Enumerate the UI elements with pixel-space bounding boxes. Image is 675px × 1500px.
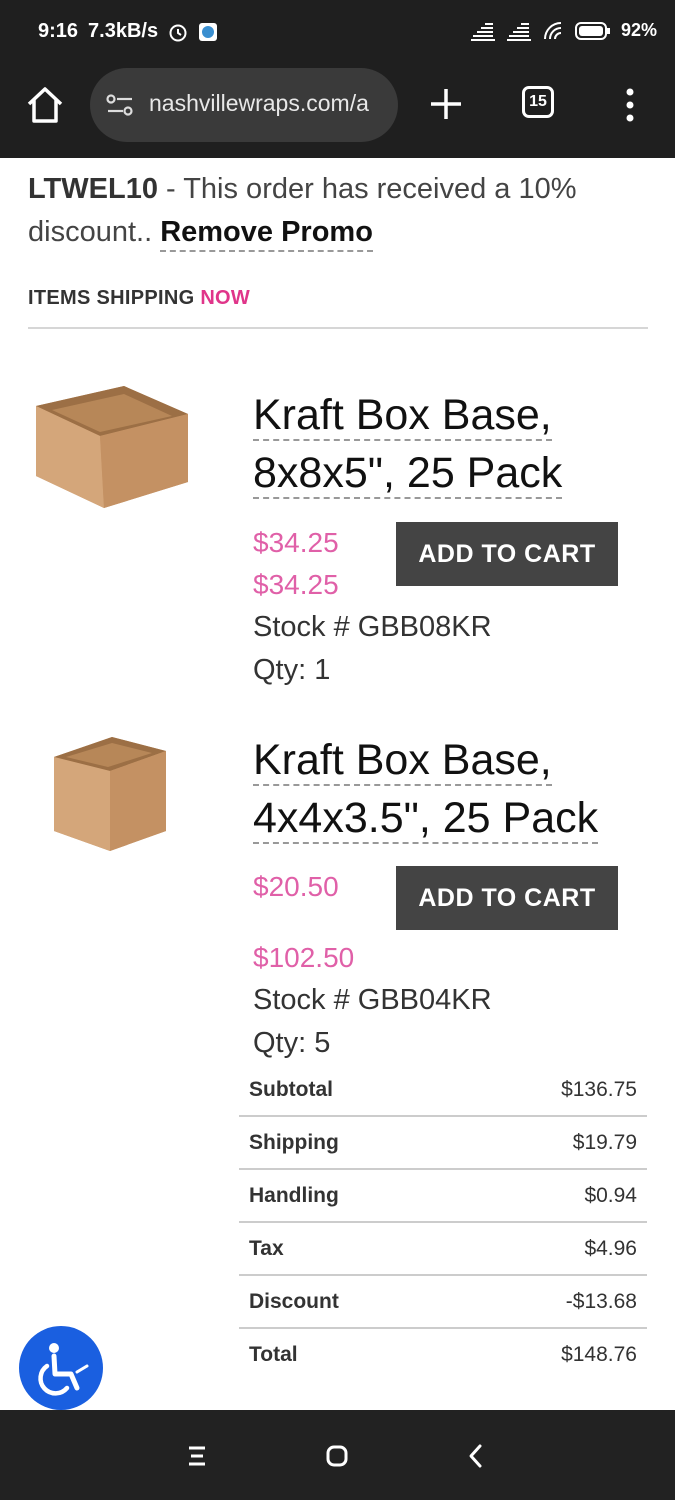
summary-value: $0.94 bbox=[584, 1184, 637, 1207]
accessibility-button[interactable] bbox=[19, 1326, 103, 1410]
promo-message: LTWEL10 - This order has received a 10% … bbox=[28, 168, 648, 254]
alarm-icon bbox=[169, 24, 187, 41]
summary-value: $4.96 bbox=[584, 1237, 637, 1260]
wifi-icon bbox=[543, 21, 562, 39]
back-icon[interactable] bbox=[462, 1442, 490, 1470]
summary-value: $19.79 bbox=[572, 1131, 637, 1154]
new-tab-icon[interactable] bbox=[428, 86, 464, 122]
url-text[interactable]: nashvillewraps.com/a bbox=[149, 90, 389, 117]
line-total: $34.25 bbox=[253, 569, 339, 600]
quantity: Qty: 1 bbox=[253, 654, 331, 686]
product-title-line2[interactable]: 8x8x5", 25 Pack bbox=[253, 449, 563, 499]
summary-row-tax: Tax $4.96 bbox=[239, 1223, 647, 1276]
summary-row-total: Total $148.76 bbox=[239, 1329, 647, 1380]
home-icon[interactable] bbox=[24, 84, 66, 126]
summary-value: -$13.68 bbox=[565, 1290, 637, 1313]
recent-apps-icon[interactable] bbox=[183, 1442, 211, 1470]
unit-price: $20.50 bbox=[253, 871, 339, 902]
section-heading: ITEMS SHIPPING NOW bbox=[28, 287, 250, 310]
product-title-line2[interactable]: 4x4x3.5", 25 Pack bbox=[253, 794, 599, 844]
section-highlight: NOW bbox=[200, 287, 251, 309]
signal-icon-2 bbox=[506, 22, 531, 41]
section-title: ITEMS SHIPPING bbox=[28, 287, 201, 309]
product-title-line1[interactable]: Kraft Box Base, bbox=[253, 391, 552, 441]
promo-code: LTWEL10 bbox=[28, 173, 158, 205]
summary-row-shipping: Shipping $19.79 bbox=[239, 1117, 647, 1170]
unit-price: $34.25 bbox=[253, 527, 339, 558]
product-image-box-4x4x3-5[interactable] bbox=[52, 735, 168, 853]
status-right: 92% bbox=[470, 20, 657, 41]
summary-label: Discount bbox=[249, 1290, 339, 1313]
summary-value: $136.75 bbox=[561, 1078, 637, 1101]
product-title-line1[interactable]: Kraft Box Base, bbox=[253, 736, 552, 786]
add-to-cart-button[interactable]: ADD TO CART bbox=[396, 522, 618, 586]
status-time: 9:16 bbox=[38, 20, 79, 42]
status-left: 9:16 7.3kB/s bbox=[38, 20, 218, 43]
summary-label: Subtotal bbox=[249, 1078, 333, 1101]
summary-label: Total bbox=[249, 1343, 298, 1366]
accessibility-icon bbox=[38, 1343, 89, 1396]
status-net-speed: 7.3kB/s bbox=[88, 20, 159, 42]
summary-label: Tax bbox=[249, 1237, 284, 1260]
tab-switcher-button[interactable]: 15 bbox=[522, 86, 554, 118]
battery-level: 92% bbox=[620, 20, 657, 40]
product-image-box-8x8x5[interactable] bbox=[32, 384, 192, 514]
summary-label: Shipping bbox=[249, 1131, 339, 1154]
line-total: $102.50 bbox=[253, 942, 355, 973]
summary-row-discount: Discount -$13.68 bbox=[239, 1276, 647, 1329]
signal-icon bbox=[470, 22, 495, 41]
summary-label: Handling bbox=[249, 1184, 339, 1207]
summary-row-handling: Handling $0.94 bbox=[239, 1170, 647, 1223]
quantity: Qty: 5 bbox=[253, 1027, 331, 1059]
section-divider bbox=[28, 327, 648, 329]
remove-promo-link[interactable]: Remove Promo bbox=[160, 216, 373, 252]
status-bar: 9:16 7.3kB/s 92% bbox=[0, 0, 675, 64]
home-nav-icon[interactable] bbox=[323, 1442, 351, 1470]
browser-toolbar: nashvillewraps.com/a 15 bbox=[0, 64, 675, 158]
stock-number: Stock # GBB08KR bbox=[253, 611, 492, 643]
summary-value: $148.76 bbox=[561, 1343, 637, 1366]
product-title[interactable]: Kraft Box Base, 8x8x5", 25 Pack bbox=[253, 386, 563, 502]
address-bar[interactable]: nashvillewraps.com/a bbox=[90, 68, 398, 142]
stock-number: Stock # GBB04KR bbox=[253, 984, 492, 1016]
app-notification-icon bbox=[199, 22, 218, 41]
summary-row-subtotal: Subtotal $136.75 bbox=[239, 1064, 647, 1117]
order-summary: Subtotal $136.75 Shipping $19.79 Handlin… bbox=[239, 1064, 647, 1380]
battery-icon bbox=[574, 21, 610, 40]
site-settings-icon[interactable] bbox=[106, 93, 134, 117]
add-to-cart-button[interactable]: ADD TO CART bbox=[396, 866, 618, 930]
product-title[interactable]: Kraft Box Base, 4x4x3.5", 25 Pack bbox=[253, 731, 599, 847]
system-nav-bar bbox=[0, 1410, 675, 1500]
more-menu-icon[interactable] bbox=[620, 86, 640, 126]
